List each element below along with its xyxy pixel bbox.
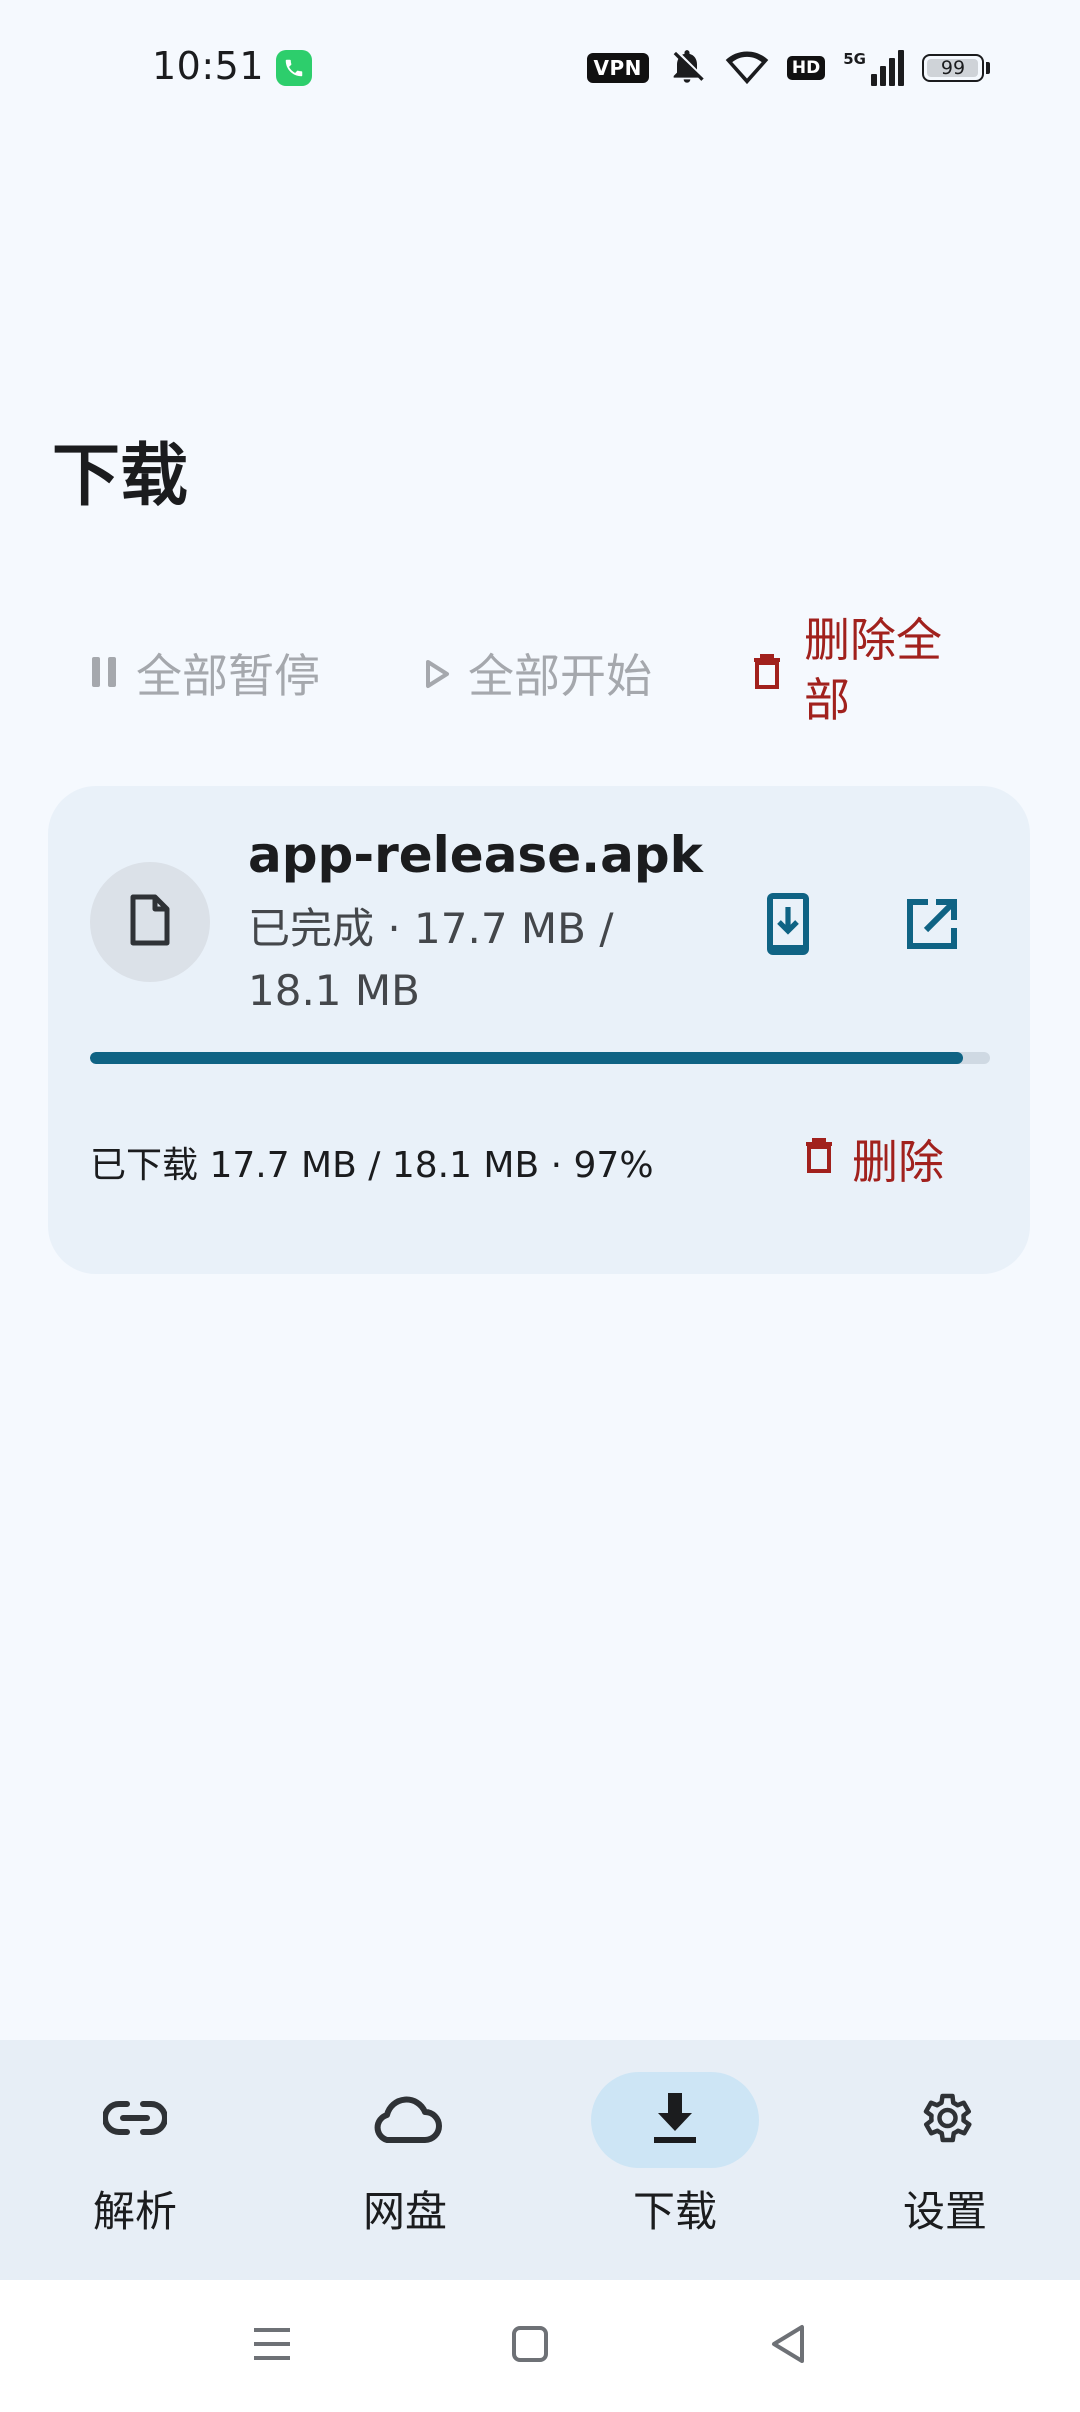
delete-all-button[interactable]: 删除全部 — [752, 610, 964, 730]
bulk-actions: 全部暂停 全部开始 删除全部 — [72, 606, 1012, 736]
status-time: 10:51 — [152, 44, 265, 88]
menu-icon — [252, 2326, 292, 2366]
battery-icon: 99 — [922, 54, 984, 82]
pause-icon — [90, 646, 118, 700]
cloud-icon — [367, 2092, 443, 2148]
nav-icon-container — [321, 2072, 489, 2168]
battery-level: 99 — [940, 57, 966, 79]
network-type: 5G — [843, 50, 866, 68]
back-button[interactable] — [752, 2310, 824, 2382]
install-to-phone-icon — [765, 891, 811, 961]
progress-text: 已下载 17.7 MB / 18.1 MB · 97% — [90, 1145, 654, 1186]
wifi-icon — [725, 46, 769, 90]
file-status: 已完成 · 17.7 MB / 18.1 MB — [248, 904, 614, 1015]
start-all-button[interactable]: 全部开始 — [424, 640, 652, 706]
home-button[interactable] — [494, 2310, 566, 2382]
status-bar: 10:51 VPN HD 5G 99 — [0, 0, 1080, 140]
start-all-label: 全部开始 — [468, 649, 652, 703]
delete-item-label: 删除 — [852, 1135, 944, 1189]
system-navigation-bar — [0, 2280, 1080, 2412]
delete-item-button[interactable]: 删除 — [804, 1126, 944, 1192]
play-icon — [424, 646, 450, 700]
pause-all-label: 全部暂停 — [136, 649, 320, 703]
install-apk-button[interactable] — [748, 886, 828, 966]
bell-off-icon — [667, 46, 707, 90]
file-name: app-release.apk — [248, 826, 703, 884]
nav-item-cloud[interactable]: 网盘 — [270, 2040, 540, 2280]
download-screen: 10:51 VPN HD 5G 99 下载 全部暂停 全部开始 删除全部 app… — [0, 0, 1080, 2412]
nav-label: 网盘 — [362, 2187, 447, 2236]
download-icon — [650, 2091, 700, 2149]
nav-icon-container — [861, 2072, 1029, 2168]
open-external-button[interactable] — [892, 886, 972, 966]
phone-call-icon — [276, 50, 312, 86]
nav-item-parse[interactable]: 解析 — [0, 2040, 270, 2280]
status-icons: VPN HD 5G 99 — [586, 46, 990, 90]
nav-label: 解析 — [92, 2187, 177, 2236]
vpn-badge: VPN — [586, 53, 649, 83]
nav-label: 设置 — [902, 2187, 987, 2236]
trash-icon — [804, 1132, 834, 1186]
download-progress-bar — [90, 1052, 990, 1064]
cellular-signal-icon: 5G — [843, 50, 904, 86]
download-item-card: app-release.apk 已完成 · 17.7 MB / 18.1 MB … — [48, 786, 1030, 1274]
back-triangle-icon — [768, 2323, 808, 2369]
download-progress-fill — [90, 1052, 963, 1064]
nav-icon-container — [51, 2072, 219, 2168]
square-icon — [510, 2324, 550, 2368]
delete-all-label: 删除全部 — [804, 613, 942, 727]
link-icon — [102, 2098, 168, 2142]
hd-badge: HD — [786, 56, 826, 80]
file-icon — [129, 894, 171, 950]
file-avatar — [90, 862, 210, 982]
nav-item-download[interactable]: 下载 — [540, 2040, 810, 2280]
pause-all-button[interactable]: 全部暂停 — [90, 640, 320, 706]
trash-icon — [752, 648, 782, 702]
bottom-navigation: 解析 网盘 下载 设置 — [0, 2040, 1080, 2280]
nav-item-settings[interactable]: 设置 — [810, 2040, 1080, 2280]
nav-label: 下载 — [632, 2187, 717, 2236]
gear-icon — [915, 2088, 975, 2152]
open-in-new-icon — [904, 896, 960, 956]
battery-indicator: 99 — [922, 54, 990, 82]
nav-icon-container — [591, 2072, 759, 2168]
recents-button[interactable] — [236, 2310, 308, 2382]
page-title: 下载 — [52, 437, 189, 516]
battery-tip — [986, 62, 990, 74]
